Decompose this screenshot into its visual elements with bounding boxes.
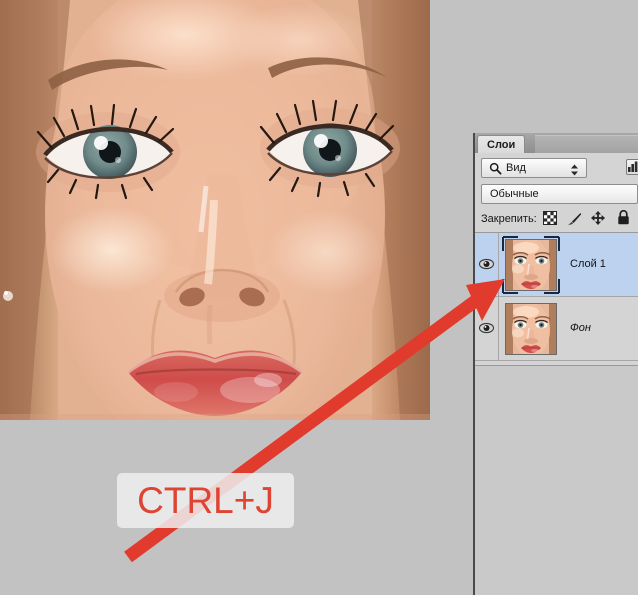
layer-row[interactable]: Слой 1: [475, 233, 638, 297]
move-arrows-icon[interactable]: [591, 211, 605, 230]
updown-stepper-icon[interactable]: [570, 163, 579, 181]
lock-row: Закрепить:: [475, 208, 638, 232]
layer-visibility-cell[interactable]: [475, 297, 499, 360]
layers-panel: Слои Вид Обычные Закрепить: Слой 1 Фон: [473, 133, 638, 595]
layers-list: Слой 1 Фон: [475, 232, 638, 366]
photo-canvas[interactable]: [0, 0, 430, 420]
layer-thumbnail[interactable]: [505, 303, 557, 355]
tab-layers[interactable]: Слои: [477, 135, 526, 153]
layer-name: Фон: [570, 322, 591, 334]
brush-icon[interactable]: [567, 212, 582, 231]
app-root: Слои Вид Обычные Закрепить: Слой 1 Фон C…: [0, 0, 638, 595]
panel-tab-empty-area: [535, 135, 638, 154]
filter-toggle-icon[interactable]: [626, 159, 638, 175]
checkerboard-icon[interactable]: [543, 211, 557, 230]
search-icon: [489, 162, 502, 180]
blend-mode-row: Обычные: [475, 183, 638, 207]
panel-body: Вид Обычные Закрепить: Слой 1 Фон: [475, 153, 638, 595]
layer-name: Слой 1: [570, 258, 606, 270]
layer-filter-row: Вид: [475, 155, 638, 183]
layer-row[interactable]: Фон: [475, 297, 638, 361]
layer-visibility-cell[interactable]: [475, 233, 499, 296]
shortcut-label: CTRL+J: [137, 480, 274, 521]
padlock-icon[interactable]: [617, 209, 630, 230]
portrait-photograph: [0, 0, 430, 420]
blend-mode-select[interactable]: Обычные: [481, 184, 638, 204]
layer-filter-value: Вид: [506, 162, 526, 174]
lock-label: Закрепить:: [481, 213, 537, 225]
panel-empty-area: [475, 366, 638, 595]
eye-icon[interactable]: [478, 321, 495, 339]
shortcut-callout: CTRL+J: [117, 473, 294, 528]
blend-mode-value: Обычные: [490, 188, 539, 200]
layer-thumbnail[interactable]: [505, 239, 557, 291]
layer-filter-select[interactable]: Вид: [481, 158, 587, 178]
panel-tab-bar: Слои: [475, 133, 638, 154]
eye-icon[interactable]: [478, 257, 495, 275]
